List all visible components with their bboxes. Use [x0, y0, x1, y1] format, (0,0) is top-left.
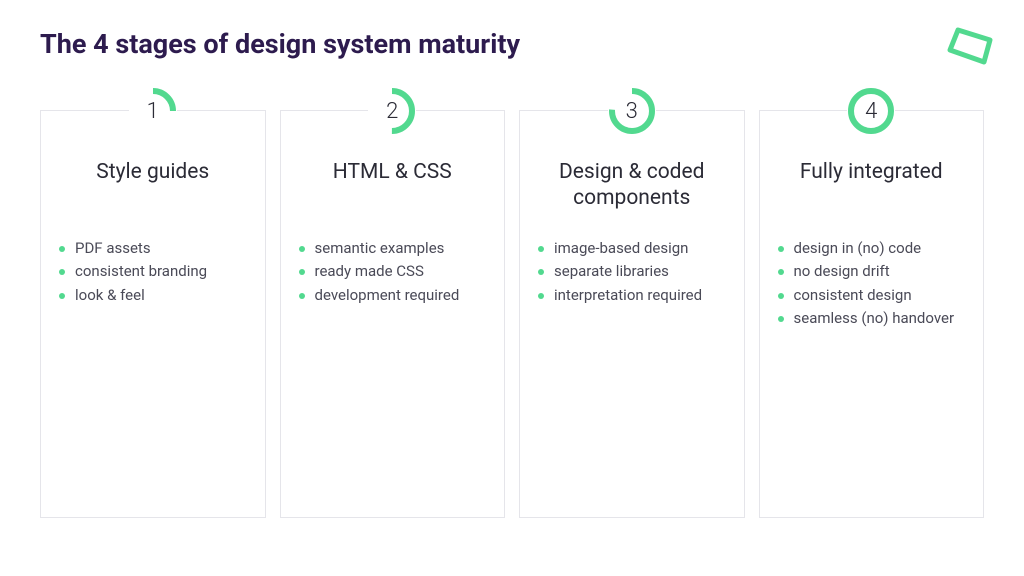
stage-card: 1Style guidesPDF assetsconsistent brandi… — [40, 110, 266, 518]
stage-bullet-item: look & feel — [59, 284, 247, 307]
stage-bullet-item: semantic examples — [299, 237, 487, 260]
stage-heading: Design & coded components — [538, 159, 726, 215]
stage-bullet-item: consistent design — [778, 284, 966, 307]
stage-progress-ring-icon: 3 — [608, 87, 656, 135]
stage-bullets: semantic examplesready made CSSdevelopme… — [299, 237, 487, 307]
stage-card: 4Fully integrateddesign in (no) codeno d… — [759, 110, 985, 518]
stage-bullet-item: PDF assets — [59, 237, 247, 260]
brand-logo-icon — [944, 20, 994, 70]
stage-heading: Fully integrated — [778, 159, 966, 215]
stage-bullet-item: development required — [299, 284, 487, 307]
stage-bullet-item: interpretation required — [538, 284, 726, 307]
stage-bullets: PDF assetsconsistent brandinglook & feel — [59, 237, 247, 307]
page-title: The 4 stages of design system maturity — [40, 28, 984, 60]
stage-bullets: design in (no) codeno design driftconsis… — [778, 237, 966, 330]
stage-number: 2 — [386, 99, 398, 124]
stage-bullet-item: ready made CSS — [299, 260, 487, 283]
stage-heading: Style guides — [59, 159, 247, 215]
stage-progress-ring-icon: 1 — [129, 87, 177, 135]
stage-progress-ring-icon: 2 — [368, 87, 416, 135]
stage-number: 3 — [626, 99, 638, 124]
stage-bullet-item: design in (no) code — [778, 237, 966, 260]
stage-bullet-item: image-based design — [538, 237, 726, 260]
stage-card: 3Design & coded componentsimage-based de… — [519, 110, 745, 518]
stage-bullet-item: consistent branding — [59, 260, 247, 283]
stage-card: 2HTML & CSSsemantic examplesready made C… — [280, 110, 506, 518]
stage-number: 1 — [147, 99, 159, 124]
stage-bullet-item: separate libraries — [538, 260, 726, 283]
stage-cards-row: 1Style guidesPDF assetsconsistent brandi… — [40, 110, 984, 518]
stage-bullet-item: seamless (no) handover — [778, 307, 966, 330]
stage-number: 4 — [865, 99, 877, 124]
stage-heading: HTML & CSS — [299, 159, 487, 215]
stage-bullets: image-based designseparate librariesinte… — [538, 237, 726, 307]
stage-progress-ring-icon: 4 — [847, 87, 895, 135]
stage-bullet-item: no design drift — [778, 260, 966, 283]
